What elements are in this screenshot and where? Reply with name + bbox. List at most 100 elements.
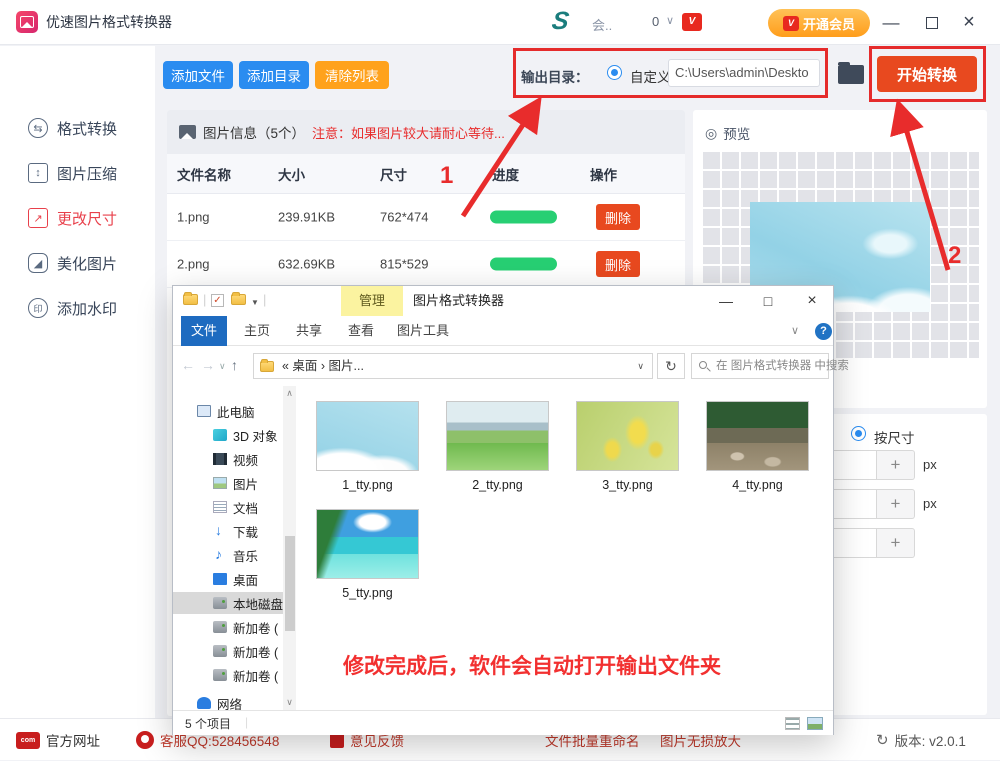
- browse-folder-icon[interactable]: [838, 62, 864, 84]
- tree-item-videos[interactable]: 视频: [213, 448, 258, 470]
- ribbon-collapse-icon[interactable]: ∨: [791, 324, 799, 337]
- tree-item-downloads[interactable]: 下载: [213, 520, 258, 542]
- breadcrumb[interactable]: « 桌面 › 图片...: [282, 354, 364, 378]
- tree-label: 新加卷 (: [233, 645, 279, 660]
- col-progress: 进度: [492, 167, 519, 183]
- delete-button[interactable]: 删除: [596, 204, 640, 230]
- width-plus-stepper[interactable]: +: [877, 450, 915, 480]
- up-icon[interactable]: ↑: [231, 357, 238, 373]
- tree-item-this-pc[interactable]: 此电脑: [197, 400, 255, 422]
- file-name[interactable]: 2_tty.png: [446, 478, 549, 492]
- tree-item-volume[interactable]: 新加卷 (: [213, 640, 278, 662]
- tree-item-volume[interactable]: 新加卷 (: [213, 664, 278, 686]
- by-size-radio[interactable]: [851, 426, 866, 441]
- address-folder-icon: [260, 359, 274, 372]
- item-count: 5 个项目: [185, 717, 232, 731]
- output-path-input[interactable]: C:\Users\admin\Deskto: [668, 59, 820, 87]
- wait-warning-text: 注意：如果图片较大请耐心等待...: [312, 125, 505, 141]
- add-folder-button[interactable]: 添加目录: [239, 61, 309, 89]
- file-name[interactable]: 5_tty.png: [316, 586, 419, 600]
- address-drop-icon[interactable]: ∨: [637, 354, 644, 378]
- add-files-button[interactable]: 添加文件: [163, 61, 233, 89]
- address-bar[interactable]: « 桌面 › 图片... ∨: [253, 353, 653, 379]
- open-vip-button[interactable]: V 开通会员: [768, 9, 870, 37]
- tab-view[interactable]: 查看: [339, 316, 383, 346]
- tab-home[interactable]: 主页: [235, 316, 279, 346]
- support-icon: [136, 731, 154, 749]
- sidebar-item-beautify[interactable]: ◢ 美化图片: [28, 248, 117, 278]
- scroll-down-icon[interactable]: ∨: [283, 697, 296, 708]
- sidebar-item-label: 图片压缩: [57, 165, 118, 183]
- pc-icon: [197, 405, 211, 417]
- col-action: 操作: [590, 167, 617, 183]
- file-thumbnail[interactable]: [316, 401, 419, 471]
- sidebar-item-format-convert[interactable]: ⇆ 格式转换: [28, 113, 117, 143]
- file-thumbnail[interactable]: [706, 401, 809, 471]
- cell-filename: 1.png: [177, 209, 210, 225]
- annotation-note: 修改完成后，软件会自动打开输出文件夹: [343, 655, 721, 678]
- minimize-button[interactable]: —: [878, 0, 904, 45]
- tree-item-desktop[interactable]: 桌面: [213, 568, 258, 590]
- details-view-icon[interactable]: [785, 717, 800, 730]
- tree-item-documents[interactable]: 文档: [213, 496, 258, 518]
- progress-bar: [490, 210, 557, 224]
- file-thumbnail[interactable]: [576, 401, 679, 471]
- refresh-button[interactable]: ↻: [657, 353, 685, 379]
- ribbon-tabs: 文件 主页 共享 查看 图片工具 ∨ ?: [173, 316, 833, 346]
- px-unit-label: px: [923, 496, 937, 511]
- back-icon[interactable]: ←: [181, 357, 195, 373]
- sidebar-item-resize[interactable]: ↗ 更改尺寸: [28, 203, 117, 233]
- explorer-minimize-button[interactable]: —: [709, 286, 743, 316]
- tree-item-pictures[interactable]: 图片: [213, 472, 258, 494]
- height-plus-stepper[interactable]: +: [877, 489, 915, 519]
- qat-check-icon[interactable]: ✓: [211, 294, 224, 307]
- px-unit-label: px: [923, 457, 937, 472]
- file-thumbnail[interactable]: [316, 509, 419, 579]
- clear-list-button[interactable]: 清除列表: [315, 61, 389, 89]
- sidebar-item-watermark[interactable]: 印 添加水印: [28, 293, 117, 323]
- explorer-close-button[interactable]: ×: [795, 286, 829, 316]
- explorer-maximize-button[interactable]: □: [751, 286, 785, 316]
- tree-item-volume[interactable]: 新加卷 (: [213, 616, 278, 638]
- thumbnail-view-icon[interactable]: [807, 717, 823, 730]
- by-size-label: 按尺寸: [874, 431, 915, 446]
- tree-label: 下载: [233, 525, 259, 540]
- chevron-down-icon[interactable]: ∨: [666, 14, 674, 27]
- tree-item-music[interactable]: 音乐: [213, 544, 258, 566]
- qat-folder-icon[interactable]: [231, 292, 246, 305]
- sidebar-item-compress[interactable]: ↕ 图片压缩: [28, 158, 117, 188]
- tab-share[interactable]: 共享: [287, 316, 331, 346]
- scrollbar-thumb[interactable]: [284, 536, 295, 631]
- tab-file[interactable]: 文件: [181, 316, 227, 346]
- custom-radio[interactable]: [607, 65, 622, 80]
- qat-dropdown-icon[interactable]: ▼: [251, 298, 259, 307]
- qat-folder-icon[interactable]: [183, 292, 198, 305]
- tree-item-local-disk[interactable]: 本地磁盘: [173, 592, 283, 614]
- pictures-icon: [213, 477, 227, 489]
- delete-button[interactable]: 删除: [596, 251, 640, 277]
- official-site-link[interactable]: com 官方网址: [16, 719, 100, 761]
- search-input[interactable]: 在 图片格式转换器 中搜索: [691, 353, 849, 379]
- account-label[interactable]: 会..: [592, 15, 612, 34]
- scroll-up-icon[interactable]: ∧: [283, 388, 296, 399]
- close-button[interactable]: ×: [956, 0, 982, 45]
- recent-drop-icon[interactable]: ∨: [219, 361, 226, 372]
- file-thumbnail[interactable]: [446, 401, 549, 471]
- manage-context-tab[interactable]: 管理: [341, 286, 403, 316]
- start-convert-button[interactable]: 开始转换: [877, 56, 977, 92]
- help-icon[interactable]: ?: [815, 323, 832, 340]
- file-name[interactable]: 1_tty.png: [316, 478, 419, 492]
- file-name[interactable]: 3_tty.png: [576, 478, 679, 492]
- tab-picture-tools[interactable]: 图片工具: [391, 316, 455, 346]
- file-name[interactable]: 4_tty.png: [706, 478, 809, 492]
- forward-icon[interactable]: →: [201, 357, 215, 373]
- tree-item-3d[interactable]: 3D 对象: [213, 424, 277, 446]
- tree-label: 此电脑: [217, 405, 255, 420]
- sidebar-item-label: 更改尺寸: [57, 210, 118, 228]
- tree-scrollbar[interactable]: ∧ ∨: [283, 386, 296, 710]
- extra-plus-stepper[interactable]: +: [877, 528, 915, 558]
- documents-icon: [213, 501, 227, 513]
- maximize-button[interactable]: [926, 17, 938, 29]
- vip-badge-icon: V: [782, 15, 799, 31]
- sidebar-item-label: 格式转换: [57, 120, 118, 138]
